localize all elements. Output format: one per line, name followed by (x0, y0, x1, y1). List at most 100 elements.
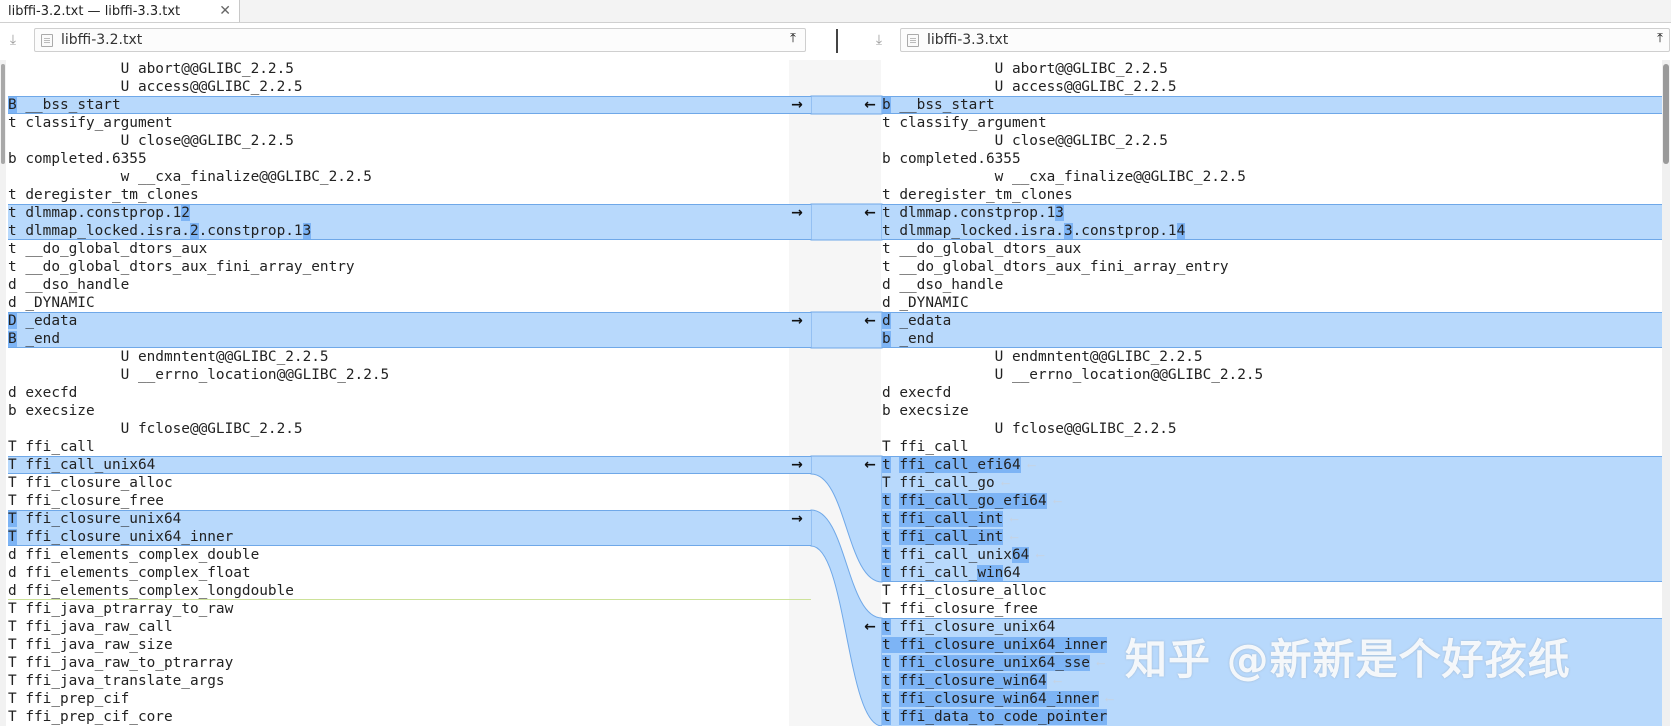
diff-line[interactable]: t dlmmap_locked.isra.3.constprop.14 (882, 222, 1662, 240)
left-pane[interactable]: U abort@@GLIBC_2.2.5 U access@@GLIBC_2.2… (8, 60, 811, 726)
diff-line[interactable]: w __cxa_finalize@@GLIBC_2.2.5 (8, 168, 811, 186)
diff-line[interactable]: t __do_global_dtors_aux_fini_array_entry (8, 258, 811, 276)
diff-line[interactable]: T ffi_java_translate_args (8, 672, 811, 690)
diff-line[interactable]: t deregister_tm_clones (8, 186, 811, 204)
diff-line[interactable]: U close@@GLIBC_2.2.5 (8, 132, 811, 150)
line-text: b (882, 97, 891, 113)
diff-line[interactable]: T ffi_closure_alloc (8, 474, 811, 492)
line-text: b execsize (8, 403, 95, 419)
diff-line[interactable]: T ffi_call (8, 438, 811, 456)
diff-line[interactable]: d _DYNAMIC (8, 294, 811, 312)
diff-line[interactable]: U abort@@GLIBC_2.2.5 (882, 60, 1662, 78)
right-scrollbar[interactable] (1662, 60, 1670, 726)
diff-line[interactable]: b __bss_start (882, 96, 1662, 114)
diff-line[interactable]: T ffi_closure_free (882, 600, 1662, 618)
diff-line[interactable]: T ffi_closure_unix64_inner (8, 528, 811, 546)
upload-icon[interactable]: ⤒ (1653, 31, 1667, 47)
merge-left-arrow-icon[interactable]: ← (862, 206, 878, 220)
diff-line[interactable]: t ffi_closure_win64_inner ⟵ (882, 690, 1662, 708)
diff-line[interactable]: T ffi_prep_cif_core (8, 708, 811, 726)
merge-left-arrow-icon[interactable]: ← (862, 314, 878, 328)
close-icon[interactable]: ✕ (219, 3, 231, 19)
merge-left-arrow-icon[interactable]: ← (862, 98, 878, 112)
line-text: D (8, 313, 17, 329)
file-icon (907, 33, 919, 47)
merge-right-arrow-icon[interactable]: → (789, 206, 805, 220)
diff-line[interactable]: t ffi_call_go_efi64 ⟵ (882, 492, 1662, 510)
diff-line[interactable]: t __do_global_dtors_aux (8, 240, 811, 258)
diff-line[interactable]: b _end (882, 330, 1662, 348)
diff-line[interactable]: d ffi_elements_complex_float (8, 564, 811, 582)
diff-line[interactable]: d execfd (8, 384, 811, 402)
diff-line[interactable]: U __errno_location@@GLIBC_2.2.5 (8, 366, 811, 384)
diff-line[interactable]: d _edata (882, 312, 1662, 330)
line-text: U abort@@GLIBC_2.2.5 (882, 61, 1168, 77)
diff-line[interactable]: U endmntent@@GLIBC_2.2.5 (8, 348, 811, 366)
diff-line[interactable]: U fclose@@GLIBC_2.2.5 (8, 420, 811, 438)
diff-line[interactable]: t ffi_call_unix64 ⟵ (882, 546, 1662, 564)
diff-line[interactable]: U abort@@GLIBC_2.2.5 (8, 60, 811, 78)
diff-line[interactable]: D _edata (8, 312, 811, 330)
right-file-field[interactable]: libffi-3.3.txt (900, 28, 1670, 52)
diff-line[interactable]: d __dso_handle (8, 276, 811, 294)
diff-line[interactable]: t classify_argument (882, 114, 1662, 132)
diff-line[interactable]: b execsize (8, 402, 811, 420)
diff-line[interactable]: t ffi_call_efi64 ⟵ (882, 456, 1662, 474)
download-icon[interactable]: ⤓ (6, 32, 20, 48)
diff-line[interactable]: d __dso_handle (882, 276, 1662, 294)
download-icon[interactable]: ⤓ (872, 32, 886, 48)
diff-line[interactable]: b execsize (882, 402, 1662, 420)
diff-line[interactable]: t classify_argument (8, 114, 811, 132)
diff-line[interactable]: d ffi_elements_complex_double (8, 546, 811, 564)
diff-line[interactable]: t dlmmap.constprop.12 (8, 204, 811, 222)
merge-right-arrow-icon[interactable]: → (789, 458, 805, 472)
diff-line[interactable]: t ffi_call_win64 (882, 564, 1662, 582)
diff-line[interactable]: B __bss_start (8, 96, 811, 114)
diff-line[interactable]: t dlmmap_locked.isra.2.constprop.13 (8, 222, 811, 240)
tab-strip: libffi-3.2.txt — libffi-3.3.txt ✕ (0, 0, 1671, 23)
diff-line[interactable]: B _end (8, 330, 811, 348)
diff-line[interactable]: t ffi_call_int ⟵ (882, 510, 1662, 528)
diff-line[interactable]: T ffi_closure_free (8, 492, 811, 510)
diff-line[interactable]: U fclose@@GLIBC_2.2.5 (882, 420, 1662, 438)
diff-line[interactable]: T ffi_java_raw_to_ptrarray (8, 654, 811, 672)
diff-line[interactable]: T ffi_java_raw_call (8, 618, 811, 636)
scrollbar-thumb[interactable] (1663, 64, 1669, 164)
diff-line[interactable]: U access@@GLIBC_2.2.5 (882, 78, 1662, 96)
diff-line[interactable]: T ffi_java_ptrarray_to_raw (8, 600, 811, 618)
diff-line[interactable]: T ffi_closure_alloc (882, 582, 1662, 600)
diff-line[interactable]: w __cxa_finalize@@GLIBC_2.2.5 (882, 168, 1662, 186)
scrollbar-thumb[interactable] (1, 64, 5, 164)
diff-line[interactable]: U endmntent@@GLIBC_2.2.5 (882, 348, 1662, 366)
diff-line[interactable]: b completed.6355 (882, 150, 1662, 168)
diff-line[interactable]: T ffi_call_go ⟵ (882, 474, 1662, 492)
merge-right-arrow-icon[interactable]: → (789, 512, 805, 526)
merge-right-arrow-icon[interactable]: → (789, 314, 805, 328)
tab-compare[interactable]: libffi-3.2.txt — libffi-3.3.txt ✕ (0, 0, 240, 22)
diff-line[interactable]: U access@@GLIBC_2.2.5 (8, 78, 811, 96)
diff-line[interactable]: t ffi_call_int ⟵ (882, 528, 1662, 546)
diff-line[interactable]: d _DYNAMIC (882, 294, 1662, 312)
diff-line[interactable]: d ffi_elements_complex_longdouble (8, 582, 811, 600)
line-text: t (882, 565, 891, 581)
diff-line[interactable]: t deregister_tm_clones (882, 186, 1662, 204)
diff-line[interactable]: t dlmmap.constprop.13 (882, 204, 1662, 222)
upload-icon[interactable]: ⤒ (786, 31, 800, 47)
merge-left-arrow-icon[interactable]: ← (862, 620, 878, 634)
diff-line[interactable]: t __do_global_dtors_aux (882, 240, 1662, 258)
diff-line[interactable]: T ffi_prep_cif (8, 690, 811, 708)
diff-line[interactable]: U __errno_location@@GLIBC_2.2.5 (882, 366, 1662, 384)
left-scrollbar[interactable] (0, 60, 6, 726)
diff-line[interactable]: T ffi_call (882, 438, 1662, 456)
diff-line[interactable]: T ffi_call_unix64 (8, 456, 811, 474)
diff-line[interactable]: T ffi_closure_unix64 (8, 510, 811, 528)
diff-line[interactable]: b completed.6355 (8, 150, 811, 168)
merge-left-arrow-icon[interactable]: ← (862, 458, 878, 472)
diff-line[interactable]: t ffi_data_to_code_pointer (882, 708, 1662, 726)
diff-line[interactable]: U close@@GLIBC_2.2.5 (882, 132, 1662, 150)
left-file-field[interactable]: libffi-3.2.txt (34, 28, 806, 52)
diff-line[interactable]: d execfd (882, 384, 1662, 402)
merge-right-arrow-icon[interactable]: → (789, 98, 805, 112)
diff-line[interactable]: T ffi_java_raw_size (8, 636, 811, 654)
diff-line[interactable]: t __do_global_dtors_aux_fini_array_entry (882, 258, 1662, 276)
